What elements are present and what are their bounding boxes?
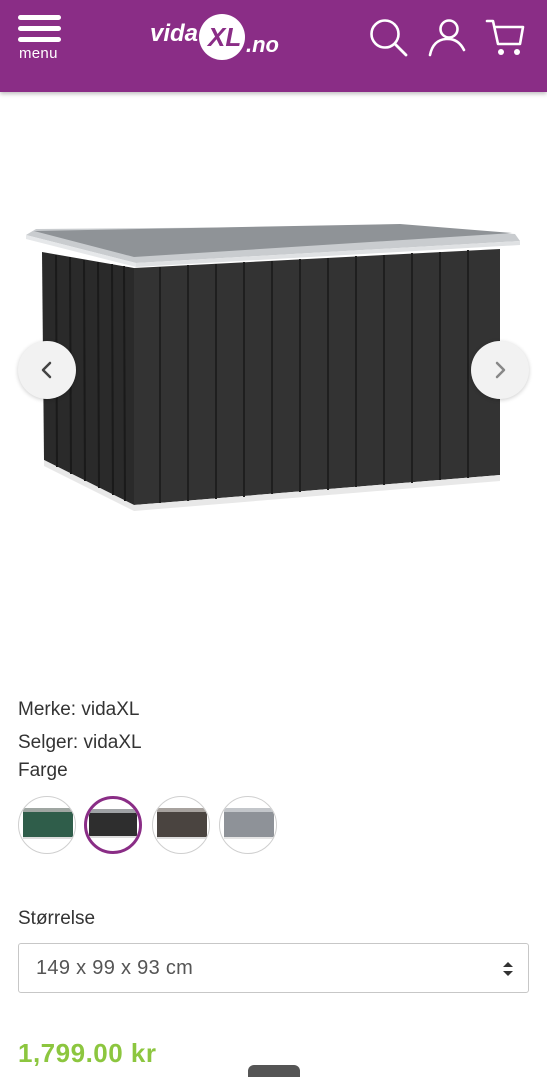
brand-line: Merke: vidaXL [18,699,140,720]
svg-text:vida: vida [150,20,198,47]
color-swatch-anthracite[interactable] [84,796,142,854]
color-swatch-grey[interactable] [219,796,277,854]
menu-icon-bar [18,37,61,42]
gallery-next-button[interactable] [471,341,529,399]
menu-icon-bar [18,15,61,20]
product-price: 1,799.00 kr [18,1038,157,1068]
seller-line: Selger: vidaXL [18,732,142,753]
svg-text:.no: .no [246,32,279,57]
menu-label: menu [19,45,58,62]
size-select-value: 149 x 99 x 93 cm [36,957,194,979]
gallery-prev-button[interactable] [18,341,76,399]
top-header: menu vida XL .no [0,0,547,92]
vidaxl-logo-mark: vida XL .no [150,14,279,60]
color-label: Farge [18,760,68,781]
select-updown-icon [503,962,513,976]
menu-button[interactable]: menu [16,12,64,68]
product-image-gallery[interactable] [0,92,547,677]
size-label: Størrelse [18,908,96,929]
color-swatch-brown[interactable] [152,796,210,854]
chevron-left-icon [41,361,52,379]
svg-text:XL: XL [206,22,241,52]
search-icon[interactable] [367,16,409,58]
user-icon[interactable] [426,16,468,58]
cart-icon[interactable] [485,16,527,58]
storage-box-image [26,224,520,511]
bottom-drawer-handle[interactable] [248,1065,300,1077]
size-select[interactable]: 149 x 99 x 93 cm [18,943,529,993]
color-swatch-green[interactable] [18,796,76,854]
chevron-right-icon [495,361,506,379]
menu-icon-bar [18,26,61,31]
vidaxl-logo[interactable]: vida XL .no [148,10,290,64]
